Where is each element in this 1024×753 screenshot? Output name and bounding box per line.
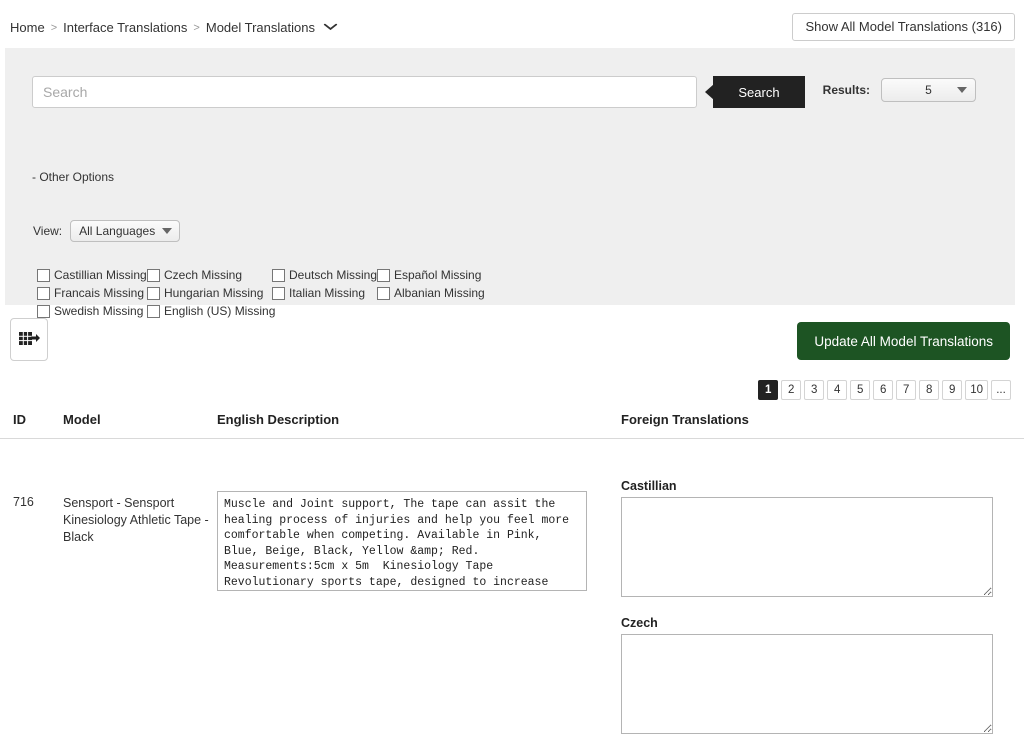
table-row: 716 Sensport - Sensport Kinesiology Athl… — [0, 439, 1024, 739]
checkbox-label: Albanian Missing — [394, 286, 485, 300]
translation-language-label: Czech — [621, 616, 658, 630]
filter-row: Castillian Missing Czech Missing Deutsch… — [37, 268, 517, 282]
checkbox-castillian-missing[interactable]: Castillian Missing — [37, 268, 147, 282]
translation-language-label: Castillian — [621, 479, 677, 493]
checkbox-label: Italian Missing — [289, 286, 366, 300]
search-input[interactable] — [32, 76, 697, 108]
checkbox-albanian-missing[interactable]: Albanian Missing — [377, 286, 487, 300]
checkbox-francais-missing[interactable]: Francais Missing — [37, 286, 147, 300]
checkbox-deutsch-missing[interactable]: Deutsch Missing — [272, 268, 377, 282]
checkbox-label: Czech Missing — [164, 268, 243, 282]
pagination-page-1[interactable]: 1 — [758, 380, 779, 400]
pagination-page-more[interactable]: ... — [991, 380, 1011, 400]
pagination-page-5[interactable]: 5 — [850, 380, 871, 400]
checkbox-box-icon[interactable] — [37, 287, 50, 300]
translation-textarea-castillian[interactable] — [621, 497, 993, 597]
breadcrumb: Home > Interface Translations > Model Tr… — [10, 20, 338, 35]
english-description-cell: Muscle and Joint support, The tape can a… — [217, 491, 587, 596]
checkbox-espanol-missing[interactable]: Español Missing — [377, 268, 487, 282]
pagination-page-7[interactable]: 7 — [896, 380, 917, 400]
pagination-page-2[interactable]: 2 — [781, 380, 802, 400]
export-button[interactable] — [10, 318, 48, 361]
checkbox-box-icon[interactable] — [272, 287, 285, 300]
view-language-value: All Languages — [79, 224, 156, 238]
pagination-page-6[interactable]: 6 — [873, 380, 894, 400]
filter-row: Francais Missing Hungarian Missing Itali… — [37, 286, 517, 300]
breadcrumb-item-home[interactable]: Home — [10, 20, 45, 35]
checkbox-label: Castillian Missing — [54, 268, 147, 282]
checkbox-label: Español Missing — [394, 268, 482, 282]
translation-textarea-czech[interactable] — [621, 634, 993, 734]
top-bar: Home > Interface Translations > Model Tr… — [0, 0, 1024, 48]
column-header-foreign-translations: Foreign Translations — [621, 412, 749, 427]
checkbox-box-icon[interactable] — [272, 269, 285, 282]
column-header-english-description: English Description — [217, 412, 340, 427]
chevron-down-icon — [162, 228, 173, 234]
search-row: Search Results: 5 — [27, 76, 992, 110]
checkbox-label: Deutsch Missing — [289, 268, 378, 282]
checkbox-italian-missing[interactable]: Italian Missing — [272, 286, 377, 300]
checkbox-box-icon[interactable] — [377, 269, 390, 282]
pagination-page-10[interactable]: 10 — [965, 380, 988, 400]
results-label: Results: — [822, 83, 870, 97]
update-all-model-translations-button[interactable]: Update All Model Translations — [797, 322, 1010, 360]
column-header-id: ID — [13, 412, 26, 427]
checkbox-label: Francais Missing — [54, 286, 145, 300]
view-label: View: — [33, 224, 63, 238]
search-button[interactable]: Search — [705, 76, 805, 108]
row-id: 716 — [13, 495, 34, 509]
translation-group-castillian: Castillian — [621, 479, 993, 602]
translation-group-czech: Czech — [621, 616, 993, 739]
checkbox-box-icon[interactable] — [147, 287, 160, 300]
results-per-page-value: 5 — [925, 83, 932, 97]
view-language-select[interactable]: All Languages — [70, 220, 181, 242]
english-description-textarea[interactable]: Muscle and Joint support, The tape can a… — [217, 491, 587, 591]
pagination-page-3[interactable]: 3 — [804, 380, 825, 400]
export-grid-arrow-icon — [18, 331, 40, 349]
checkbox-hungarian-missing[interactable]: Hungarian Missing — [147, 286, 272, 300]
pagination-page-9[interactable]: 9 — [942, 380, 963, 400]
view-row: View: All Languages — [33, 220, 181, 242]
foreign-translations-cell: Castillian Czech — [621, 479, 993, 753]
column-header-model: Model — [63, 412, 101, 427]
row-model-name: Sensport - Sensport Kinesiology Athletic… — [63, 496, 209, 544]
chevron-down-icon — [957, 87, 967, 93]
translations-table: ID Model English Description Foreign Tra… — [0, 412, 1024, 739]
pagination-page-4[interactable]: 4 — [827, 380, 848, 400]
breadcrumb-separator: > — [50, 21, 58, 34]
breadcrumb-item-model-translations[interactable]: Model Translations — [206, 20, 315, 35]
breadcrumb-separator: > — [193, 21, 200, 34]
search-filter-panel: Search Results: 5 - Other Options View: … — [5, 48, 1015, 318]
table-header-row: ID Model English Description Foreign Tra… — [0, 412, 1024, 439]
checkbox-czech-missing[interactable]: Czech Missing — [147, 268, 272, 282]
pagination-page-8[interactable]: 8 — [919, 380, 940, 400]
action-toolbar: Update All Model Translations — [0, 313, 1024, 365]
breadcrumb-item-interface-translations[interactable]: Interface Translations — [63, 20, 187, 35]
checkbox-box-icon[interactable] — [377, 287, 390, 300]
checkbox-label: Hungarian Missing — [164, 286, 264, 300]
pagination: 1 2 3 4 5 6 7 8 9 10 ... — [758, 380, 1011, 400]
other-options-toggle[interactable]: - Other Options — [32, 170, 114, 184]
checkbox-box-icon[interactable] — [37, 269, 50, 282]
show-all-model-translations-button[interactable]: Show All Model Translations (316) — [792, 13, 1015, 41]
results-per-page-select[interactable]: 5 — [881, 78, 976, 102]
checkbox-box-icon[interactable] — [147, 269, 160, 282]
chevron-down-icon[interactable] — [323, 22, 338, 34]
